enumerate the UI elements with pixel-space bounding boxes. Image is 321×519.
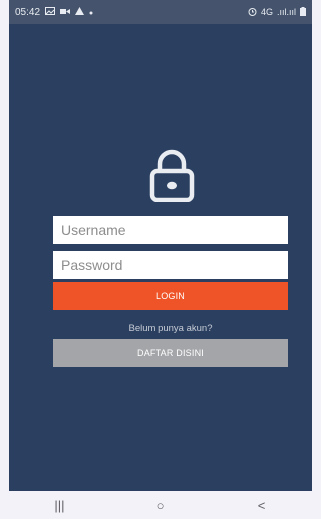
status-bar: 05:42 4G .ııl.ııl — [9, 0, 312, 24]
battery-icon — [300, 6, 306, 18]
password-input[interactable] — [53, 251, 288, 279]
login-screen: LOGIN Belum punya akun? DAFTAR DISINI — [9, 24, 312, 491]
video-icon — [60, 8, 71, 17]
register-button[interactable]: DAFTAR DISINI — [53, 339, 288, 367]
username-input[interactable] — [53, 216, 288, 244]
no-account-text: Belum punya akun? — [128, 323, 213, 334]
register-button-label: DAFTAR DISINI — [137, 348, 204, 358]
dot-icon — [89, 8, 93, 17]
back-icon[interactable]: < — [242, 498, 282, 513]
alarm-icon — [248, 7, 257, 18]
home-icon[interactable]: ○ — [141, 498, 181, 513]
alert-icon — [75, 7, 85, 17]
network-icon: 4G — [260, 6, 273, 17]
recents-icon[interactable]: ||| — [40, 498, 80, 513]
status-left: 05:42 — [15, 7, 93, 18]
login-button-label: LOGIN — [155, 291, 185, 301]
status-time: 05:42 — [15, 6, 41, 18]
lock-icon — [146, 148, 198, 203]
signal-icon: .ııl.ııl — [276, 6, 296, 17]
status-right: 4G .ııl.ııl — [248, 6, 306, 18]
navigation-bar: ||| ○ < — [9, 491, 312, 519]
login-button[interactable]: LOGIN — [53, 282, 288, 310]
gallery-icon — [45, 7, 56, 17]
